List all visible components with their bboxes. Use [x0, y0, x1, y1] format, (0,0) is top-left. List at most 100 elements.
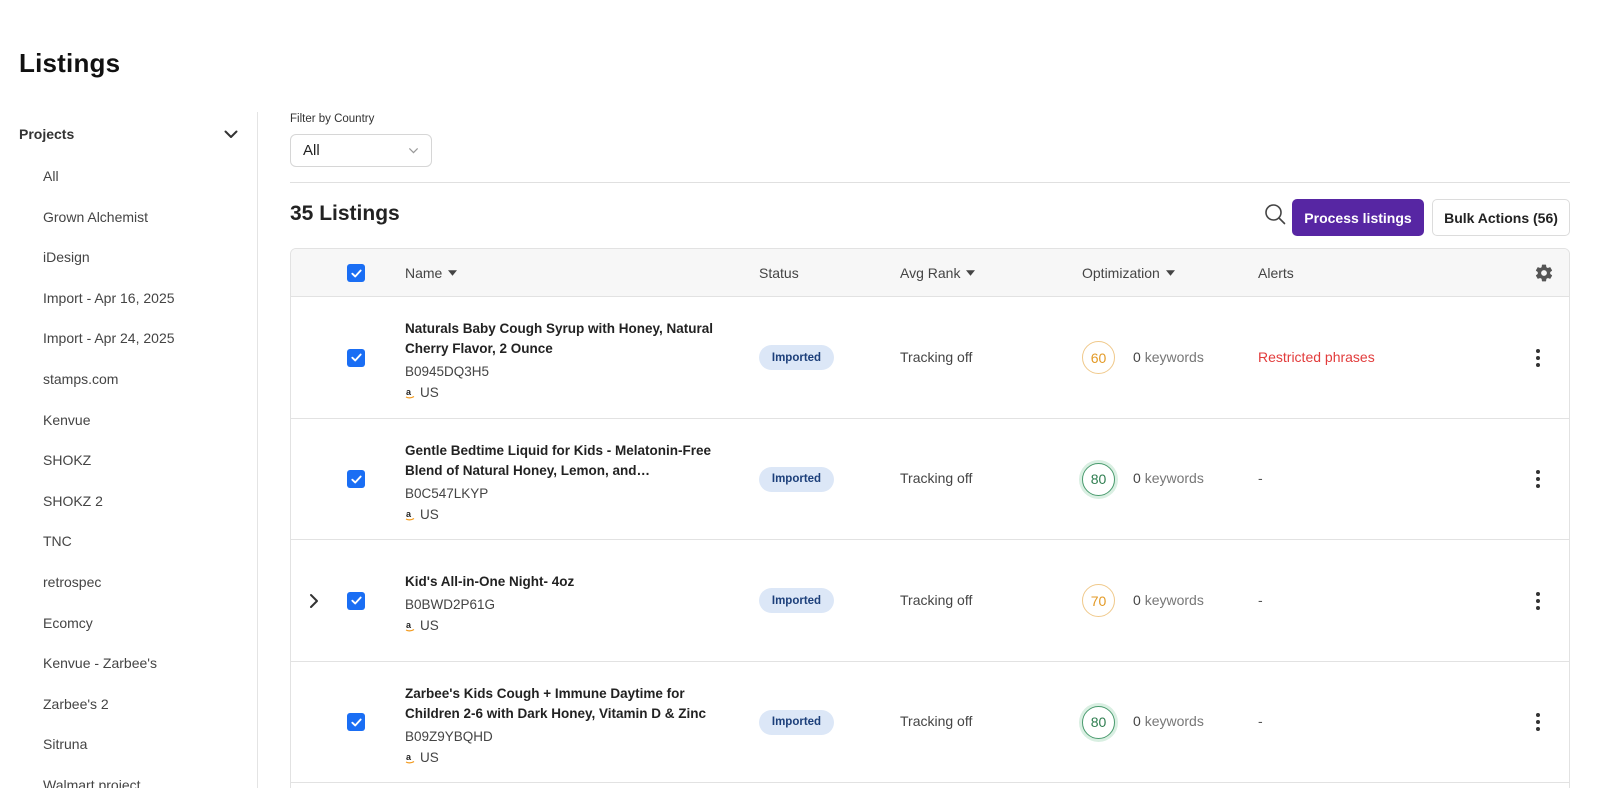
caret-down-icon [448, 270, 458, 276]
more-options-icon[interactable] [1528, 347, 1548, 369]
projects-toggle[interactable]: Projects [19, 122, 239, 146]
sidebar-item-project[interactable]: All [43, 168, 175, 209]
sidebar-item-project[interactable]: Sitruna [43, 736, 175, 777]
sidebar-item-project[interactable]: iDesign [43, 249, 175, 290]
check-icon [350, 596, 362, 605]
projects-list: All Grown Alchemist iDesign Import - Apr 16… [43, 168, 175, 788]
listing-title[interactable]: Zarbee's Kids Cough + Immune Daytime for… [405, 684, 715, 724]
marketplace-label: US [420, 749, 439, 765]
listing-marketplace: a US [405, 384, 715, 402]
country-select-value: All [303, 142, 320, 159]
optimization-score[interactable]: 80 [1082, 462, 1115, 496]
sidebar-item-project[interactable]: stamps.com [43, 371, 175, 412]
svg-text:a: a [406, 620, 412, 630]
listing-name-cell[interactable]: Kid's All-in-One Night- 4oz B0BWD2P61G a US [405, 572, 715, 635]
listing-name-cell[interactable]: Zarbee's Kids Cough + Immune Daytime for… [405, 684, 715, 767]
sidebar-item-project[interactable]: Zarbee's 2 [43, 696, 175, 737]
table-row[interactable]: Naturals Baby Cough Syrup with Honey, Na… [291, 297, 1569, 419]
keywords-count: 0 keywords [1133, 713, 1204, 729]
caret-down-icon [966, 270, 976, 276]
marketplace-label: US [420, 385, 439, 400]
table-body: Naturals Baby Cough Syrup with Honey, Na… [291, 297, 1569, 783]
optimization-score[interactable]: 70 [1082, 584, 1115, 618]
projects-sidebar: Projects All Grown Alchemist iDesign Import… [0, 112, 258, 788]
sidebar-item-project[interactable]: Ecomcy [43, 615, 175, 656]
listings-count: 35 Listings [290, 202, 400, 225]
sidebar-item-project[interactable]: Kenvue - Zarbee's [43, 655, 175, 696]
keywords-count-label: keywords [1144, 591, 1204, 608]
gear-icon[interactable] [1534, 263, 1554, 283]
sidebar-item-project[interactable]: retrospec [43, 574, 175, 615]
search-icon[interactable] [1263, 202, 1287, 226]
optimization-score[interactable]: 60 [1082, 341, 1115, 375]
listing-title[interactable]: Gentle Bedtime Liquid for Kids - Melaton… [405, 441, 715, 481]
sidebar-item-project[interactable]: Kenvue [43, 412, 175, 453]
listing-title[interactable]: Kid's All-in-One Night- 4oz [405, 572, 715, 592]
column-header-name[interactable]: Name [405, 249, 458, 297]
keywords-count-label: keywords [1144, 713, 1204, 730]
keywords-count-value: 0 [1133, 348, 1141, 365]
svg-text:a: a [406, 387, 412, 397]
sidebar-item-project[interactable]: TNC [43, 533, 175, 574]
sidebar-item-project[interactable]: SHOKZ 2 [43, 493, 175, 534]
column-header-name-label: Name [405, 265, 443, 281]
more-options-icon[interactable] [1528, 590, 1548, 612]
status-badge: Imported [759, 466, 834, 492]
row-checkbox[interactable] [347, 591, 365, 610]
sidebar-item-project[interactable]: Import - Apr 16, 2025 [43, 290, 175, 331]
amazon-icon: a [405, 387, 415, 399]
tracking-status: Tracking off [900, 348, 973, 365]
check-icon [350, 718, 362, 727]
more-options-icon[interactable] [1528, 468, 1548, 490]
more-options-icon[interactable] [1528, 711, 1548, 733]
row-checkbox[interactable] [347, 713, 365, 732]
sidebar-item-project[interactable]: Grown Alchemist [43, 209, 175, 250]
status-badge: Imported [759, 709, 834, 735]
optimization-score[interactable]: 80 [1082, 705, 1115, 739]
sidebar-item-project[interactable]: Walmart project [43, 777, 175, 788]
keywords-count-value: 0 [1133, 470, 1141, 487]
amazon-icon: a [405, 752, 415, 763]
column-header-status: Status [759, 249, 799, 297]
marketplace-label: US [420, 506, 439, 522]
caret-down-icon [1165, 270, 1175, 276]
sidebar-item-project[interactable]: Import - Apr 24, 2025 [43, 330, 175, 371]
table-row[interactable]: Kid's All-in-One Night- 4oz B0BWD2P61G a US… [291, 540, 1569, 662]
amazon-icon: a [405, 509, 415, 520]
row-checkbox[interactable] [347, 348, 365, 367]
column-header-status-label: Status [759, 265, 799, 281]
keywords-count-value: 0 [1133, 713, 1141, 730]
check-icon [350, 475, 362, 484]
column-header-optimization-label: Optimization [1082, 265, 1160, 281]
alert-text[interactable]: Restricted phrases [1258, 349, 1375, 365]
listing-name-cell[interactable]: Naturals Baby Cough Syrup with Honey, Na… [405, 319, 715, 402]
select-all-checkbox[interactable] [347, 264, 365, 282]
table-header: Name Status Avg Rank Optimization Alerts [291, 249, 1569, 297]
table-row[interactable]: Zarbee's Kids Cough + Immune Daytime for… [291, 662, 1569, 783]
table-row[interactable]: Gentle Bedtime Liquid for Kids - Melaton… [291, 419, 1569, 540]
check-icon [350, 269, 362, 277]
chevron-right-icon[interactable] [307, 592, 321, 610]
column-header-avg-rank[interactable]: Avg Rank [900, 249, 976, 297]
listing-marketplace: a US [405, 749, 715, 767]
process-listings-button[interactable]: Process listings [1292, 199, 1424, 236]
column-header-alerts: Alerts [1258, 249, 1294, 297]
country-select[interactable]: All [290, 134, 432, 167]
listing-name-cell[interactable]: Gentle Bedtime Liquid for Kids - Melaton… [405, 441, 715, 524]
bulk-actions-button[interactable]: Bulk Actions (56) [1432, 199, 1570, 236]
column-header-optimization[interactable]: Optimization [1082, 249, 1175, 297]
column-header-alerts-label: Alerts [1258, 265, 1294, 281]
keywords-count-label: keywords [1144, 470, 1204, 487]
listings-table: Name Status Avg Rank Optimization Alerts… [290, 248, 1570, 788]
listing-title[interactable]: Naturals Baby Cough Syrup with Honey, Na… [405, 319, 715, 359]
tracking-status: Tracking off [900, 713, 973, 730]
listing-asin: B0C547LKYP [405, 485, 489, 501]
listing-marketplace: a US [405, 617, 715, 635]
listing-marketplace: a US [405, 506, 715, 524]
page-title: Listings [19, 48, 121, 78]
keywords-count: 0 keywords [1133, 349, 1204, 365]
row-checkbox[interactable] [347, 470, 365, 489]
keywords-count: 0 keywords [1133, 592, 1204, 608]
sidebar-item-project[interactable]: SHOKZ [43, 452, 175, 493]
tracking-status: Tracking off [900, 591, 973, 608]
